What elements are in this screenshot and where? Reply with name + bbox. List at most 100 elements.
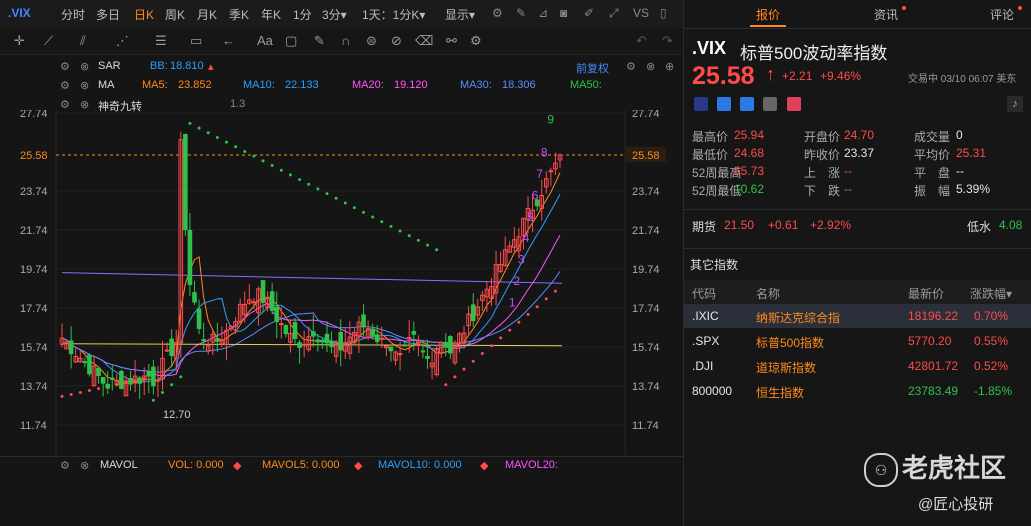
pen-icon[interactable]: ✎ <box>516 6 526 20</box>
candlestick-chart[interactable]: 27.74 25.58 23.74 21.74 19.74 17.74 15.74 13.74… <box>0 110 683 455</box>
tab-3min[interactable]: 3分▾ <box>322 6 347 23</box>
close-icon[interactable]: ⊗ <box>80 459 89 472</box>
tab-news[interactable]: 资讯 <box>874 6 907 23</box>
index-change: -1.85% <box>974 384 1013 398</box>
display-dropdown[interactable]: 显示▾ <box>445 6 475 23</box>
close-icon[interactable]: ⊗ <box>80 60 89 73</box>
link-icon[interactable]: ⚯ <box>446 33 457 49</box>
lock-icon[interactable]: ⊜ <box>366 33 377 49</box>
tag-icon[interactable] <box>740 97 754 111</box>
tab-intraday[interactable]: 分时 <box>61 6 85 23</box>
doc-icon[interactable] <box>763 97 777 111</box>
stat-label: 下 跌 <box>804 184 841 198</box>
candle <box>215 338 220 342</box>
sar-dot <box>161 391 165 395</box>
sar-dot <box>508 328 512 332</box>
undo-icon[interactable]: ↶ <box>636 33 647 49</box>
settings-icon[interactable]: ⚙ <box>60 79 70 92</box>
tool-settings-icon[interactable]: ⚙ <box>470 33 482 49</box>
sar-dot <box>197 126 201 130</box>
bell-icon[interactable]: ♪ <box>1007 96 1023 112</box>
index-change: 0.70% <box>974 309 1009 323</box>
sar-dot <box>343 201 347 205</box>
table-row[interactable]: .SPX 标普500指数 5770.20 0.55% <box>684 329 1031 353</box>
sar-dot <box>480 352 484 356</box>
chart-add-icon[interactable]: ⊕ <box>665 60 674 73</box>
text-tool-icon[interactable]: Aa <box>257 33 273 48</box>
camera-icon[interactable]: ◙ <box>560 6 567 20</box>
hide-icon[interactable]: ⊘ <box>391 33 402 49</box>
tab-quote[interactable]: 报价 <box>756 6 780 23</box>
expand-icon[interactable]: ⤢ <box>609 6 619 21</box>
sidebar-toggle-icon[interactable]: ▯ <box>660 6 667 20</box>
edit-icon[interactable]: ✐ <box>584 6 594 20</box>
candle <box>388 346 394 352</box>
compare-icon[interactable]: VS <box>633 6 649 20</box>
axis-label: 17.74 <box>632 303 660 315</box>
axis-label: 23.74 <box>20 186 48 198</box>
tab-yearly-k[interactable]: 年K <box>261 6 281 23</box>
arrow-tool-icon[interactable]: ← <box>222 33 235 48</box>
heart-icon[interactable] <box>787 97 801 111</box>
settings-icon[interactable]: ⚙ <box>60 60 70 73</box>
note-tool-icon[interactable]: ▢ <box>285 33 297 49</box>
settings-icon[interactable]: ⚙ <box>60 459 70 472</box>
candle <box>297 342 302 348</box>
stat-value: 24.68 <box>734 146 765 160</box>
trash-icon[interactable]: ⌫ <box>415 33 433 49</box>
discount-label: 低水 <box>967 220 992 234</box>
sar-dot <box>371 215 375 219</box>
table-row[interactable]: .IXIC 纳斯达克综合指 18196.22 0.70% <box>684 304 1031 328</box>
sar-dot <box>544 297 548 301</box>
tab-daily-k[interactable]: 日K <box>134 6 154 23</box>
sar-dot <box>307 182 311 186</box>
col-name[interactable]: 名称 <box>756 285 780 302</box>
restore-button[interactable]: 前复权 <box>576 60 609 76</box>
trend-tool-icon[interactable]: ⫽ <box>80 33 86 49</box>
redo-icon[interactable]: ↷ <box>662 33 673 49</box>
shape-tool-icon[interactable]: ▭ <box>190 33 202 49</box>
candle <box>443 341 449 348</box>
up-marker-icon: ▴ <box>208 61 214 73</box>
axis-label: 15.74 <box>20 342 48 354</box>
tab-multiday[interactable]: 多日 <box>96 6 120 23</box>
crosshair-icon[interactable]: ✛ <box>14 33 25 49</box>
ruler-icon[interactable]: ⊿ <box>538 6 548 20</box>
magnet-icon[interactable]: ∩ <box>341 33 350 48</box>
td-count: 6 <box>532 188 539 202</box>
col-change[interactable]: 涨跌幅▾ <box>970 285 1012 302</box>
line-tool-icon[interactable]: ⟋ <box>44 33 53 49</box>
chart-settings-icon[interactable]: ⚙ <box>626 60 636 73</box>
close-icon[interactable]: ⊗ <box>80 79 89 92</box>
td-count: 1 <box>509 296 516 310</box>
pencil-tool-icon[interactable]: ✎ <box>314 33 325 49</box>
axis-label: 27.74 <box>20 110 48 120</box>
sar-dot <box>97 387 101 391</box>
channel-tool-icon[interactable]: ⋰ <box>116 33 129 49</box>
table-row[interactable]: .DJI 道琼斯指数 42801.72 0.52% <box>684 354 1031 378</box>
period-dropdown[interactable]: 1天：1分K▾ <box>362 6 425 23</box>
tab-1min[interactable]: 1分 <box>293 6 312 23</box>
futures-change: +0.61 <box>768 218 799 232</box>
settings-icon[interactable]: ⚙ <box>492 6 503 20</box>
tab-weekly-k[interactable]: 周K <box>165 6 185 23</box>
lightning-icon[interactable] <box>717 97 731 111</box>
mavol10-value: MAVOL10: 0.000 <box>378 459 462 471</box>
axis-label: 27.74 <box>632 110 660 120</box>
sar-dot <box>179 375 183 379</box>
tab-quarterly-k[interactable]: 季K <box>229 6 249 23</box>
symbol-label[interactable]: .VIX <box>8 6 31 20</box>
table-row[interactable]: 800000 恒生指数 23783.49 -1.85% <box>684 379 1031 403</box>
candle <box>411 331 417 335</box>
tab-comments[interactable]: 评论 <box>990 6 1023 23</box>
chart-close-icon[interactable]: ⊗ <box>646 60 655 73</box>
tab-monthly-k[interactable]: 月K <box>197 6 217 23</box>
candle <box>420 350 426 353</box>
fib-tool-icon[interactable]: ☰ <box>155 33 167 49</box>
high-marker: 1.3 <box>230 98 246 110</box>
candle <box>324 333 330 344</box>
col-price[interactable]: 最新价 <box>908 285 944 302</box>
axis-label: 25.58 <box>632 150 660 162</box>
sar-dot <box>553 289 557 293</box>
col-code[interactable]: 代码 <box>692 285 716 302</box>
